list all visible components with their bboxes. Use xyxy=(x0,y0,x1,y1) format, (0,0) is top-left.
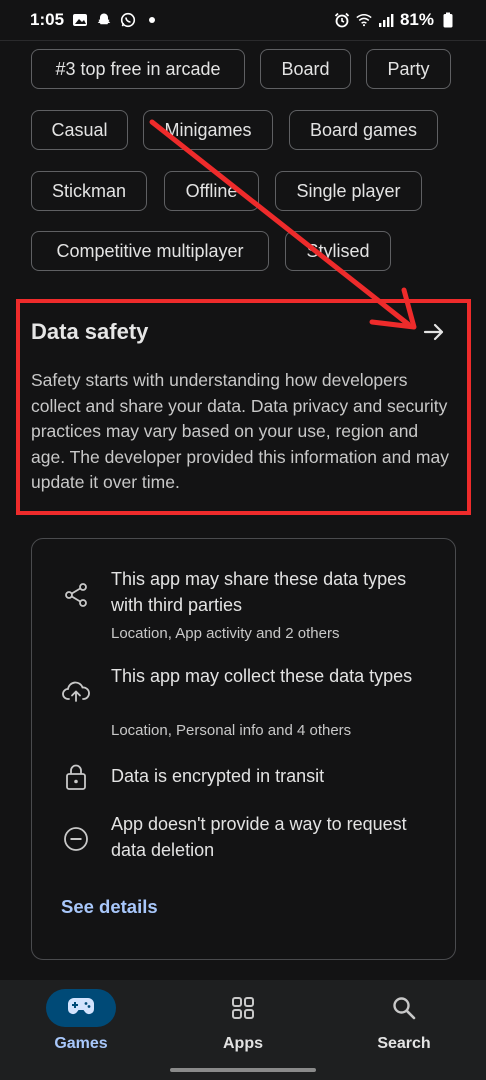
tag-chip-label: Board xyxy=(281,58,330,79)
nav-label-search: Search xyxy=(377,1035,431,1052)
see-details-link[interactable]: See details xyxy=(61,896,158,918)
tag-chip-label: Offline xyxy=(185,180,238,201)
nav-active-indicator xyxy=(46,989,116,1027)
bottom-navigation: Games Apps Search xyxy=(0,980,486,1080)
tag-chip[interactable]: Minigames xyxy=(143,110,273,150)
gallery-icon xyxy=(72,12,88,28)
status-time: 1:05 xyxy=(30,10,65,29)
status-bar: 1:05 81% xyxy=(0,0,486,40)
nav-label-games: Games xyxy=(54,1035,108,1052)
tag-chip-label: Board games xyxy=(309,119,418,140)
apps-grid-icon xyxy=(208,989,278,1027)
tag-chip-label: Single player xyxy=(296,180,401,201)
nav-item-apps[interactable]: Apps xyxy=(191,980,321,1080)
wifi-icon xyxy=(356,12,372,28)
top-divider xyxy=(0,40,486,41)
collect-data-subtitle: Location, Personal info and 4 others xyxy=(111,722,352,739)
tag-chip-label: Party xyxy=(387,58,430,79)
lock-icon xyxy=(61,762,91,792)
alarm-icon xyxy=(334,12,350,28)
whatsapp-icon xyxy=(120,12,136,28)
tag-chip-label: Stylised xyxy=(306,240,370,261)
battery-icon xyxy=(440,12,456,28)
dot-icon xyxy=(144,12,160,28)
nav-item-games[interactable]: Games xyxy=(29,980,159,1080)
tag-chip-label: Competitive multiplayer xyxy=(56,240,244,261)
battery-percent: 81% xyxy=(399,10,434,29)
tag-chip[interactable]: Single player xyxy=(275,171,422,211)
tag-chip[interactable]: Stickman xyxy=(31,171,147,211)
tag-chip[interactable]: Stylised xyxy=(285,231,391,271)
cloud-upload-icon xyxy=(61,677,91,707)
share-data-subtitle: Location, App activity and 2 others xyxy=(111,625,340,642)
annotation-highlight-box xyxy=(16,299,471,515)
share-data-title: This app may share these data types with… xyxy=(111,569,407,615)
tag-chip[interactable]: Party xyxy=(366,49,451,89)
tag-chip[interactable]: Board xyxy=(260,49,351,89)
deletion-title: App doesn't provide a way to request dat… xyxy=(111,814,407,860)
tag-chip-label: Stickman xyxy=(51,180,127,201)
tag-chip-label: Casual xyxy=(51,119,108,140)
gamepad-icon xyxy=(67,995,95,1022)
tag-chip-label: Minigames xyxy=(164,119,252,140)
nav-item-search[interactable]: Search xyxy=(352,980,482,1080)
signal-icon xyxy=(378,12,394,28)
tag-chip[interactable]: Casual xyxy=(31,110,128,150)
home-indicator[interactable] xyxy=(170,1068,316,1072)
share-icon xyxy=(61,580,91,610)
minus-circle-icon xyxy=(61,824,91,854)
search-icon xyxy=(369,989,439,1027)
tag-chip[interactable]: Offline xyxy=(164,171,259,211)
collect-data-title: This app may collect these data types xyxy=(111,666,413,686)
tag-chip[interactable]: Board games xyxy=(289,110,438,150)
nav-label-apps: Apps xyxy=(223,1035,263,1052)
tag-chip[interactable]: #3 top free in arcade xyxy=(31,49,245,89)
encrypted-title: Data is encrypted in transit xyxy=(111,766,325,786)
tag-chip[interactable]: Competitive multiplayer xyxy=(31,231,269,271)
tag-chip-label: #3 top free in arcade xyxy=(55,58,221,79)
snapchat-icon xyxy=(96,12,112,28)
